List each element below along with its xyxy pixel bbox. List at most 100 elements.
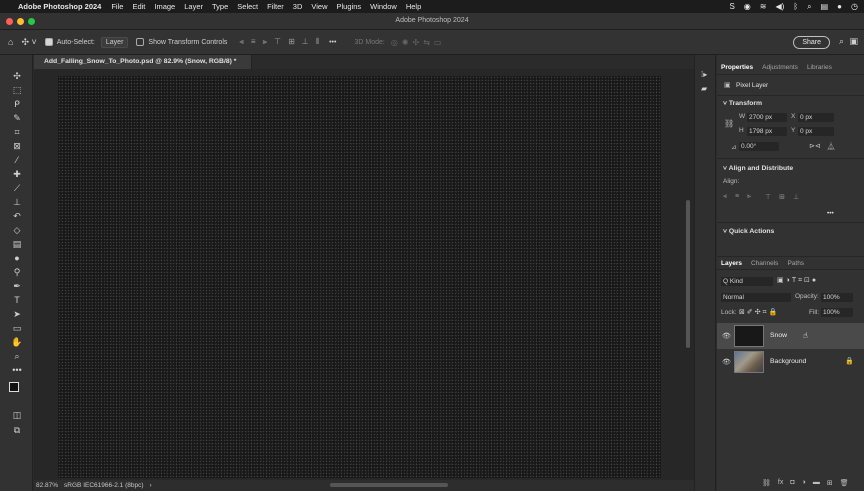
menu-type[interactable]: Type xyxy=(212,2,228,11)
spotlight-icon[interactable]: ⌕ xyxy=(807,2,811,12)
pen-tool-icon[interactable]: ✒ xyxy=(10,280,24,293)
tab-properties[interactable]: Properties xyxy=(721,64,753,71)
transform-section-title[interactable]: ˅ Transform xyxy=(723,100,762,107)
frame-tool-icon[interactable]: ⊠ xyxy=(10,140,24,153)
lock-icon[interactable]: 🔒 xyxy=(845,357,854,365)
menu-edit[interactable]: Edit xyxy=(132,2,145,11)
flip-horizontal-icon[interactable]: ⊳⊲ xyxy=(809,142,821,150)
hand-tool-icon[interactable]: ✋ xyxy=(10,336,24,349)
edit-toolbar-icon[interactable]: ••• xyxy=(10,364,24,377)
tab-paths[interactable]: Paths xyxy=(787,260,804,267)
visibility-eye-icon[interactable]: 👁 xyxy=(722,332,731,340)
search-icon[interactable]: ⌕ xyxy=(839,36,844,47)
menu-help[interactable]: Help xyxy=(406,2,421,11)
lasso-tool-icon[interactable]: ᑭ xyxy=(10,98,24,111)
app-menu[interactable]: Adobe Photoshop 2024 xyxy=(18,2,101,11)
add-mask-icon[interactable]: ◘ xyxy=(790,479,794,487)
layer-kind-filter[interactable]: Q Kind xyxy=(721,277,773,286)
image-canvas[interactable] xyxy=(58,76,661,478)
tab-layers[interactable]: Layers xyxy=(721,260,742,267)
home-icon[interactable]: ⌂ xyxy=(8,37,13,47)
stamp-tool-icon[interactable]: ⊥ xyxy=(10,196,24,209)
quick-mask-icon[interactable]: ◫ xyxy=(10,409,24,422)
menu-layer[interactable]: Layer xyxy=(184,2,203,11)
align-bottom-icon[interactable]: ⊥ xyxy=(302,37,309,47)
horizontal-scrollbar[interactable] xyxy=(330,483,448,487)
zoom-level[interactable]: 82.87% xyxy=(36,482,58,489)
wifi-icon[interactable]: ≋ xyxy=(760,2,767,11)
zoom-tool-icon[interactable]: ⌕ xyxy=(10,350,24,363)
history-brush-tool-icon[interactable]: ↶ xyxy=(10,210,24,223)
menu-select[interactable]: Select xyxy=(237,2,258,11)
move-tool-icon[interactable]: ✣ xyxy=(10,70,24,83)
history-panel-icon[interactable]: ⁞▸ xyxy=(701,70,707,79)
align-left-icon[interactable]: ⫷ xyxy=(239,37,244,47)
flip-vertical-icon[interactable]: ⏅ xyxy=(827,141,835,152)
eraser-tool-icon[interactable]: ◇ xyxy=(10,224,24,237)
panel-align-right-icon[interactable]: ⫸ xyxy=(747,193,751,201)
distribute-icon[interactable]: ⫴ xyxy=(316,37,319,47)
show-transform-checkbox[interactable] xyxy=(136,38,145,46)
align-middle-icon[interactable]: ⊞ xyxy=(288,37,295,47)
clock-icon[interactable]: ◷ xyxy=(851,2,858,11)
menu-plugins[interactable]: Plugins xyxy=(337,2,362,11)
workspace-icon[interactable]: ▣ xyxy=(849,36,858,47)
color-swatches[interactable] xyxy=(9,382,25,400)
opacity-field[interactable]: 100% xyxy=(821,293,853,302)
layer-filter-icons[interactable]: ▣◑T⌗⊡● xyxy=(777,276,818,285)
align-section-title[interactable]: ˅ Align and Distribute xyxy=(723,165,793,172)
marquee-tool-icon[interactable]: ⬚ xyxy=(10,84,24,97)
delete-layer-icon[interactable]: 🗑 xyxy=(840,479,849,487)
adjustment-layer-icon[interactable]: ◑ xyxy=(802,479,806,487)
panel-align-center-icon[interactable]: ≡ xyxy=(735,193,739,201)
panel-align-middle-icon[interactable]: ⊞ xyxy=(779,193,785,201)
panel-align-bottom-icon[interactable]: ⊥ xyxy=(793,193,799,201)
new-layer-icon[interactable]: ⊞ xyxy=(827,479,833,487)
quick-select-tool-icon[interactable]: ✎ xyxy=(10,112,24,125)
menu-filter[interactable]: Filter xyxy=(267,2,284,11)
angle-field[interactable]: 0.00° xyxy=(739,142,779,151)
siri-icon[interactable]: ● xyxy=(837,2,842,11)
blend-mode-dropdown[interactable]: Normal xyxy=(721,293,791,302)
comments-panel-icon[interactable]: ▰ xyxy=(701,84,707,93)
crop-tool-icon[interactable]: ⌗ xyxy=(10,126,24,139)
dodge-tool-icon[interactable]: ⚲ xyxy=(10,266,24,279)
menu-file[interactable]: File xyxy=(111,2,123,11)
panel-align-left-icon[interactable]: ⫷ xyxy=(723,193,727,201)
scrivener-icon[interactable]: S xyxy=(729,2,734,11)
tab-libraries[interactable]: Libraries xyxy=(807,64,832,71)
align-right-icon[interactable]: ⫸ xyxy=(263,37,268,47)
auto-select-dropdown[interactable]: Layer xyxy=(100,36,129,48)
share-button[interactable]: Share xyxy=(793,36,830,49)
control-center-icon[interactable]: ▤ xyxy=(821,2,829,11)
menu-window[interactable]: Window xyxy=(370,2,397,11)
healing-brush-tool-icon[interactable]: ✚ xyxy=(10,168,24,181)
layer-name[interactable]: Snow xyxy=(770,332,787,339)
tab-adjustments[interactable]: Adjustments xyxy=(762,64,798,71)
align-center-icon[interactable]: ≡ xyxy=(251,37,256,47)
layer-row-snow[interactable]: 👁 Snow ☝ xyxy=(717,323,864,349)
quick-actions-section-title[interactable]: ˅ Quick Actions xyxy=(723,228,774,235)
eyedropper-tool-icon[interactable]: ⁄ xyxy=(10,154,24,167)
width-field[interactable]: 2700 px xyxy=(747,113,787,122)
align-top-icon[interactable]: ⊤ xyxy=(274,37,281,47)
auto-select-checkbox[interactable] xyxy=(44,38,53,46)
path-selection-tool-icon[interactable]: ➤ xyxy=(10,308,24,321)
new-group-icon[interactable]: ▬ xyxy=(813,479,820,487)
brush-tool-icon[interactable]: ⟋ xyxy=(10,182,24,195)
panel-align-top-icon[interactable]: ⊤ xyxy=(765,193,771,201)
type-tool-icon[interactable]: T xyxy=(10,294,24,307)
status-info-arrow[interactable]: › xyxy=(150,482,152,489)
layer-style-icon[interactable]: fx xyxy=(778,479,783,487)
visibility-eye-icon[interactable]: 👁 xyxy=(722,358,731,366)
vertical-scrollbar[interactable] xyxy=(686,200,690,348)
layer-name[interactable]: Background xyxy=(770,358,806,365)
tab-channels[interactable]: Channels xyxy=(751,260,778,267)
fill-field[interactable]: 100% xyxy=(821,308,853,317)
layer-row-background[interactable]: 👁 Background 🔒 xyxy=(717,349,864,375)
link-layers-icon[interactable]: ⛓ xyxy=(762,479,771,487)
blur-tool-icon[interactable]: ● xyxy=(10,252,24,265)
gradient-tool-icon[interactable]: ▤ xyxy=(10,238,24,251)
rectangle-tool-icon[interactable]: ▭ xyxy=(10,322,24,335)
document-tab[interactable]: Add_Falling_Snow_To_Photo.psd @ 82.9% (S… xyxy=(34,55,252,69)
